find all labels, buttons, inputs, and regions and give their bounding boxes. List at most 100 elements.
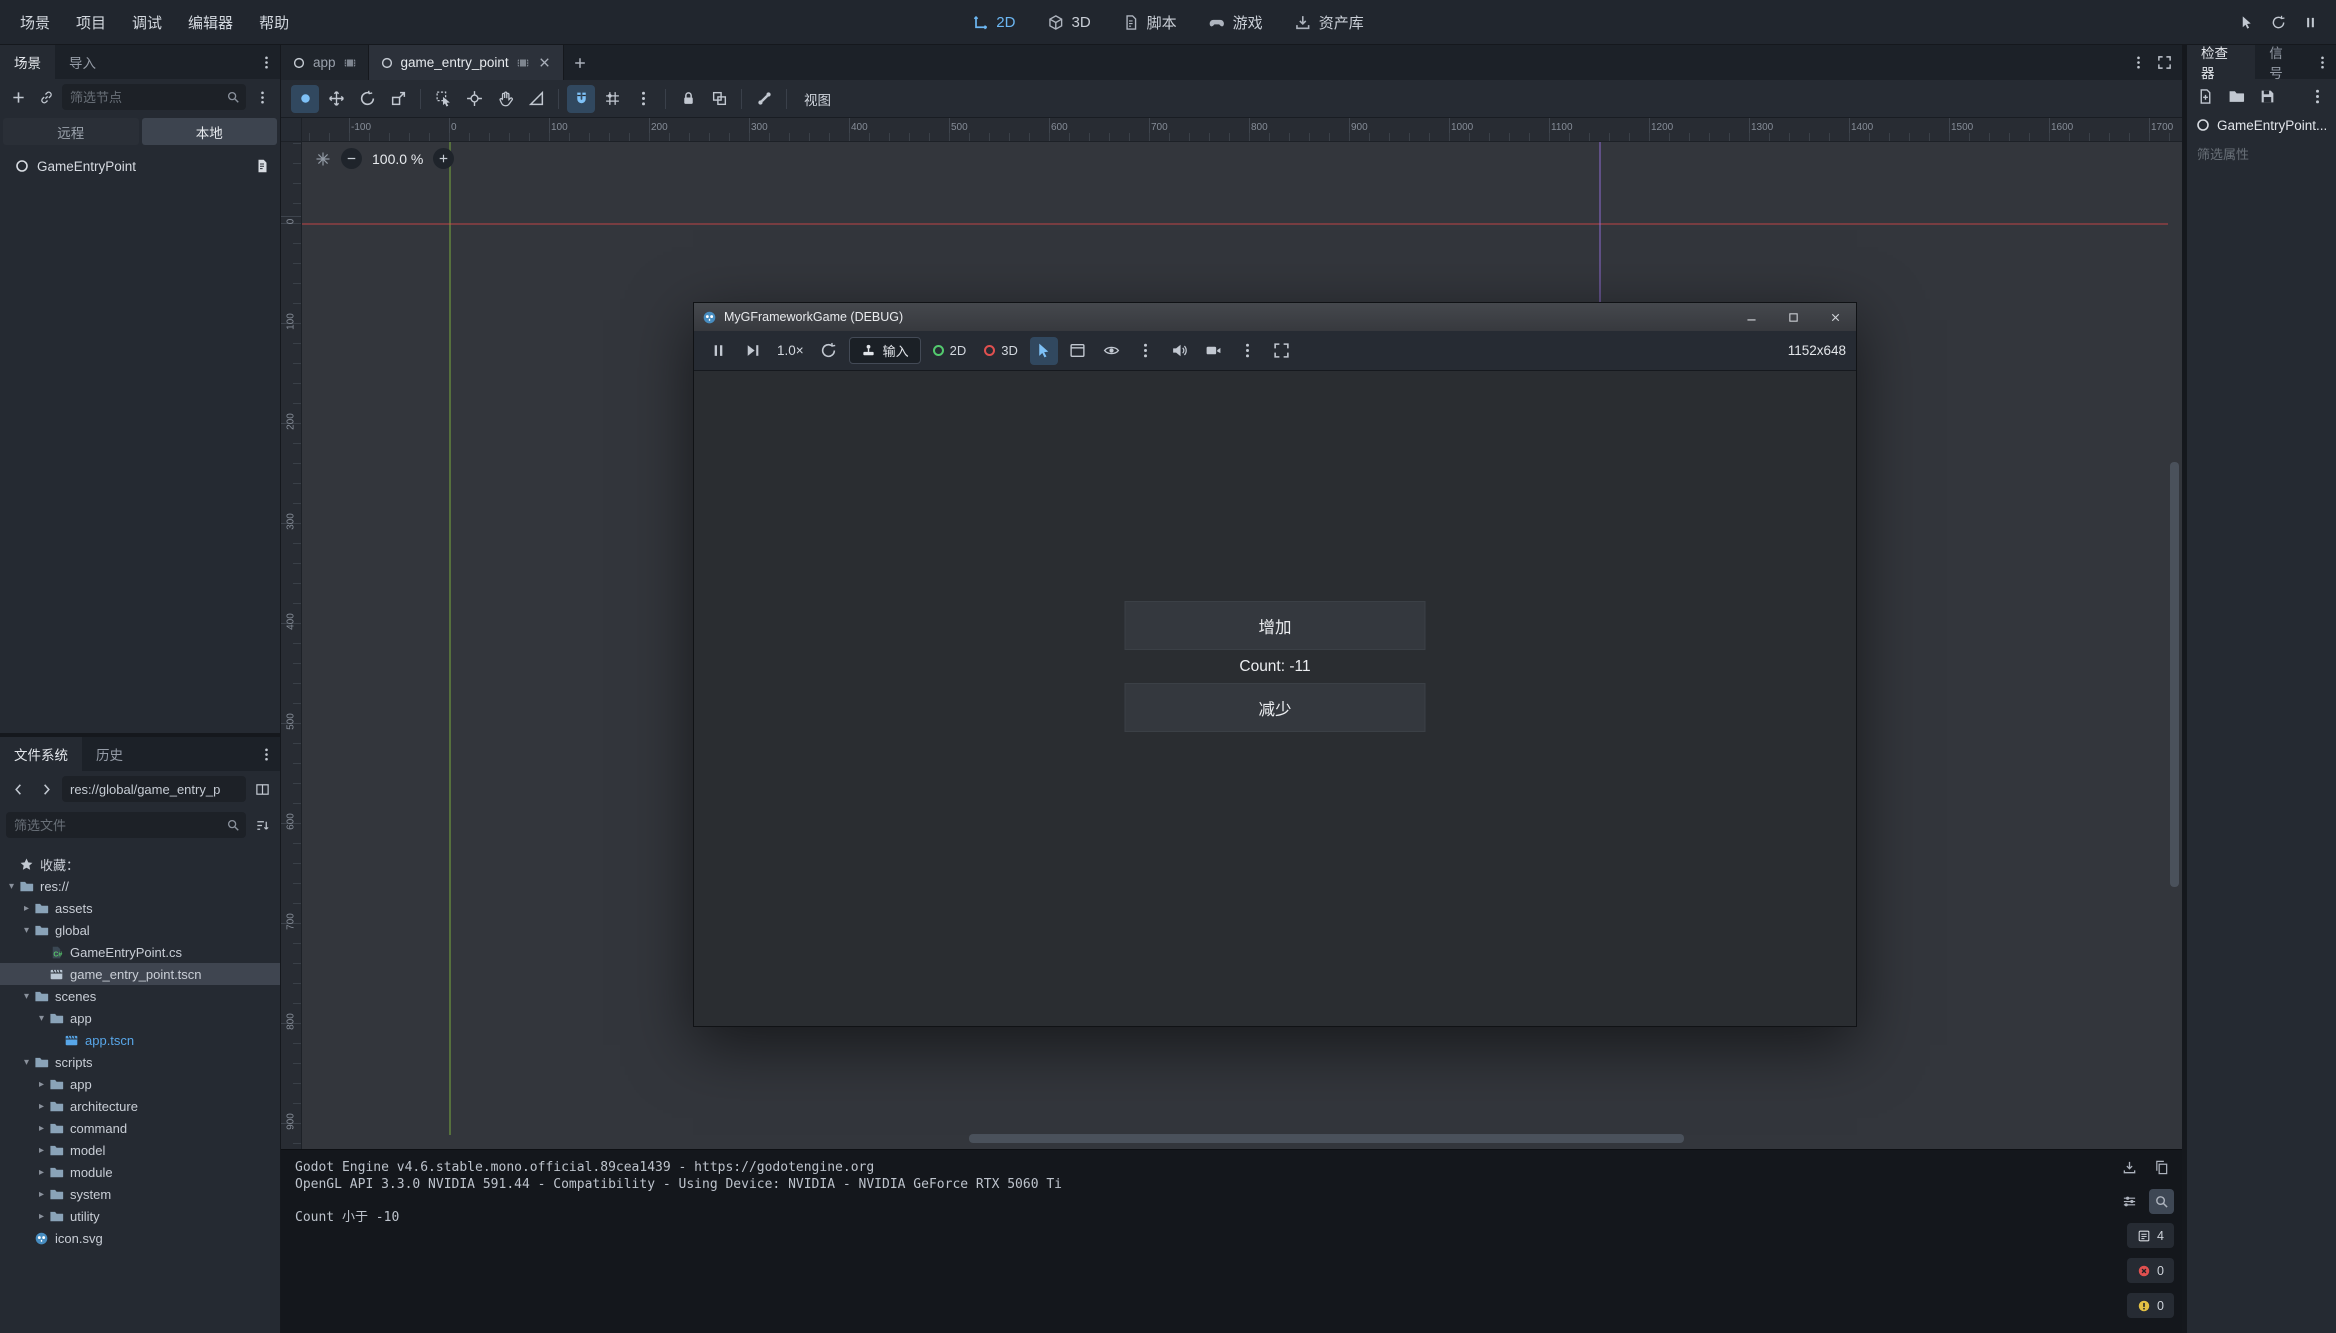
inspector-save-button[interactable] bbox=[2255, 84, 2280, 109]
expander-icon[interactable]: ▸ bbox=[34, 1167, 49, 1178]
pivot-tool-button[interactable] bbox=[460, 85, 488, 113]
menu-project[interactable]: 项目 bbox=[64, 6, 118, 39]
inspector-tab-inspector[interactable]: 检查器 bbox=[2187, 45, 2255, 79]
output-search-button[interactable] bbox=[2149, 1189, 2174, 1214]
scene-tab-app[interactable]: app bbox=[281, 45, 369, 80]
fs-item[interactable]: C#GameEntryPoint.cs bbox=[0, 941, 280, 963]
increase-button[interactable]: 增加 bbox=[1125, 601, 1426, 650]
scene-tabs-kebab-button[interactable] bbox=[2126, 51, 2150, 75]
game-camera-button[interactable] bbox=[1200, 337, 1228, 365]
filesystem-tab-history[interactable]: 历史 bbox=[82, 737, 137, 771]
scale-tool-button[interactable] bbox=[384, 85, 412, 113]
mode-2d-toggle[interactable]: 2D bbox=[927, 343, 973, 358]
script-icon[interactable] bbox=[254, 158, 270, 174]
filter-properties-input[interactable] bbox=[2193, 141, 2330, 167]
game-speaker-button[interactable] bbox=[1166, 337, 1194, 365]
workspace-script[interactable]: 脚本 bbox=[1113, 7, 1187, 38]
expander-icon[interactable]: ▸ bbox=[34, 1211, 49, 1222]
horizontal-scrollbar[interactable] bbox=[969, 1134, 1684, 1143]
move-tool-button[interactable] bbox=[322, 85, 350, 113]
game-cursor-button[interactable] bbox=[1030, 337, 1058, 365]
fs-item[interactable]: ▸utility bbox=[0, 1205, 280, 1227]
scene-tab-game_entry_point[interactable]: game_entry_point bbox=[369, 45, 564, 80]
game-reset-speed-button[interactable] bbox=[815, 337, 843, 365]
runbar-reload-button[interactable] bbox=[2266, 10, 2290, 34]
2d-viewport[interactable]: -100010020030040050060070080090010001100… bbox=[281, 118, 2182, 1149]
decrease-button[interactable]: 减少 bbox=[1125, 683, 1426, 732]
expander-icon[interactable]: ▸ bbox=[34, 1189, 49, 1200]
game-pause-button[interactable] bbox=[704, 337, 732, 365]
input-toggle-button[interactable]: 输入 bbox=[849, 337, 921, 364]
output-tune-button[interactable] bbox=[2117, 1189, 2142, 1214]
expander-icon[interactable]: ▸ bbox=[34, 1123, 49, 1134]
scene-dock-tab-import[interactable]: 导入 bbox=[55, 45, 110, 79]
workspace-3d[interactable]: 3D bbox=[1037, 9, 1100, 36]
local-button[interactable]: 本地 bbox=[142, 118, 278, 145]
fs-item[interactable]: ▾res:// bbox=[0, 875, 280, 897]
game-kebab-button[interactable] bbox=[1234, 337, 1262, 365]
fs-item[interactable]: ▾app bbox=[0, 1007, 280, 1029]
workspace-2d[interactable]: 2D bbox=[962, 9, 1025, 36]
menu-scene[interactable]: 场景 bbox=[8, 6, 62, 39]
fs-item[interactable]: 收藏： bbox=[0, 853, 280, 875]
select-tool-button[interactable] bbox=[291, 85, 319, 113]
new-scene-tab-button[interactable] bbox=[564, 45, 596, 80]
fs-item[interactable]: ▾scenes bbox=[0, 985, 280, 1007]
menu-help[interactable]: 帮助 bbox=[247, 6, 301, 39]
scene-tree-options-button[interactable] bbox=[250, 85, 274, 109]
window-minimize-button[interactable] bbox=[1730, 303, 1772, 331]
add-node-button[interactable] bbox=[6, 85, 30, 109]
lock-tool-button[interactable] bbox=[674, 85, 702, 113]
expander-icon[interactable]: ▾ bbox=[34, 1013, 49, 1024]
output-message-count-badge[interactable]: 4 bbox=[2127, 1223, 2174, 1248]
vertical-scrollbar[interactable] bbox=[2170, 462, 2179, 887]
kebab-tool-button[interactable] bbox=[629, 85, 657, 113]
scene-tabs-expand-button[interactable] bbox=[2152, 51, 2176, 75]
game-window-titlebar[interactable]: MyGFrameworkGame (DEBUG) bbox=[694, 303, 1856, 331]
game-eye-button[interactable] bbox=[1098, 337, 1126, 365]
filter-files-input[interactable] bbox=[6, 812, 246, 838]
filesystem-menu-button[interactable] bbox=[254, 742, 278, 766]
split-view-button[interactable] bbox=[250, 777, 274, 801]
expander-icon[interactable]: ▸ bbox=[34, 1079, 49, 1090]
expander-icon[interactable]: ▾ bbox=[4, 881, 19, 892]
inspector-page-plus-button[interactable] bbox=[2193, 84, 2218, 109]
scene-tree-item[interactable]: GameEntryPoint bbox=[0, 153, 280, 179]
zoom-level[interactable]: 100.0 % bbox=[372, 151, 423, 167]
window-maximize-button[interactable] bbox=[1772, 303, 1814, 331]
output-warning-count-badge[interactable]: 0 bbox=[2127, 1293, 2174, 1318]
runbar-pause-button[interactable] bbox=[2298, 10, 2322, 34]
scene-dock-menu-button[interactable] bbox=[254, 50, 278, 74]
inspector-tab-signals[interactable]: 信号 bbox=[2255, 45, 2310, 79]
fs-item[interactable]: ▸command bbox=[0, 1117, 280, 1139]
group-tool-button[interactable] bbox=[705, 85, 733, 113]
sort-files-button[interactable] bbox=[250, 813, 274, 837]
pan-tool-button[interactable] bbox=[491, 85, 519, 113]
ruler-tool-button[interactable] bbox=[522, 85, 550, 113]
game-next-frame-button[interactable] bbox=[738, 337, 766, 365]
fs-item[interactable]: ▸module bbox=[0, 1161, 280, 1183]
menu-debug[interactable]: 调试 bbox=[120, 6, 174, 39]
inspector-kebab-button[interactable] bbox=[2305, 84, 2330, 109]
fs-item[interactable]: ▾scripts bbox=[0, 1051, 280, 1073]
select-list-tool-button[interactable] bbox=[429, 85, 457, 113]
output-download-button[interactable] bbox=[2117, 1155, 2142, 1180]
fs-item[interactable]: ▸system bbox=[0, 1183, 280, 1205]
close-icon[interactable] bbox=[537, 55, 552, 70]
runbar-cursor-button[interactable] bbox=[2234, 10, 2258, 34]
fs-item[interactable]: app.tscn bbox=[0, 1029, 280, 1051]
workspace-game[interactable]: 游戏 bbox=[1199, 7, 1273, 38]
fs-item[interactable]: icon.svg bbox=[0, 1227, 280, 1249]
output-error-count-badge[interactable]: 0 bbox=[2127, 1258, 2174, 1283]
grid-snap-tool-button[interactable] bbox=[598, 85, 626, 113]
instance-scene-button[interactable] bbox=[34, 85, 58, 109]
inspector-folder-open-button[interactable] bbox=[2224, 84, 2249, 109]
fs-item[interactable]: ▸model bbox=[0, 1139, 280, 1161]
expander-icon[interactable]: ▸ bbox=[34, 1145, 49, 1156]
inspector-menu-button[interactable] bbox=[2310, 50, 2334, 74]
game-panel-button[interactable] bbox=[1064, 337, 1092, 365]
rotate-tool-button[interactable] bbox=[353, 85, 381, 113]
mode-3d-toggle[interactable]: 3D bbox=[978, 343, 1024, 358]
output-copy-button[interactable] bbox=[2149, 1155, 2174, 1180]
remote-button[interactable]: 远程 bbox=[3, 118, 139, 145]
